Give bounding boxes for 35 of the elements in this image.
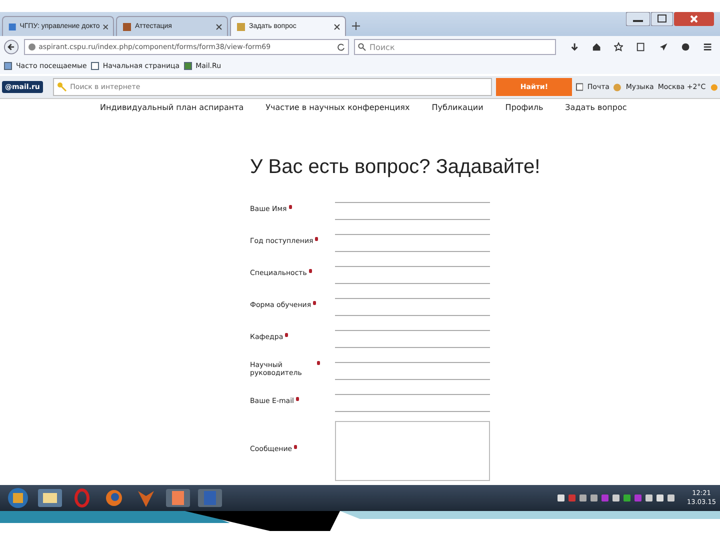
message-field[interactable] xyxy=(335,421,490,481)
nav-link[interactable]: Публикации xyxy=(432,102,484,112)
mail-icon xyxy=(184,62,192,70)
checkbox-icon[interactable] xyxy=(576,83,584,91)
menu-icon[interactable] xyxy=(702,42,712,52)
nav-link[interactable]: Профиль xyxy=(505,102,544,112)
close-button[interactable] xyxy=(674,12,714,26)
close-icon[interactable] xyxy=(102,24,108,30)
home-icon[interactable] xyxy=(592,42,602,52)
page-icon xyxy=(236,22,246,32)
nav-link[interactable]: Задать вопрос xyxy=(565,102,627,112)
minimize-button[interactable] xyxy=(626,12,650,26)
download-icon[interactable] xyxy=(570,42,580,52)
close-icon[interactable] xyxy=(216,24,222,30)
star-icon[interactable] xyxy=(614,42,624,52)
search-field[interactable]: Поиск xyxy=(354,39,556,55)
reload-icon[interactable] xyxy=(337,43,346,51)
folder-icon[interactable] xyxy=(36,487,64,509)
page-icon xyxy=(8,22,17,32)
slides-app-icon[interactable] xyxy=(164,487,192,509)
page-icon xyxy=(90,62,99,70)
maximize-button[interactable] xyxy=(651,12,673,26)
sun-icon xyxy=(710,82,718,92)
new-tab-icon[interactable] xyxy=(352,22,360,30)
back-button[interactable] xyxy=(4,39,19,55)
close-icon[interactable] xyxy=(334,24,340,30)
send-icon[interactable] xyxy=(658,42,668,52)
chart-icon xyxy=(4,62,12,70)
form-title: У Вас есть вопрос? Задавайте! xyxy=(250,156,542,179)
key-icon xyxy=(57,82,68,92)
page-icon xyxy=(122,22,132,32)
nav-link[interactable]: Участие в научных конференциях xyxy=(266,102,410,112)
nav-link[interactable]: Индивидуальный план аспиранта xyxy=(100,102,244,112)
search-icon xyxy=(358,43,366,51)
document-app-icon[interactable] xyxy=(196,487,224,509)
